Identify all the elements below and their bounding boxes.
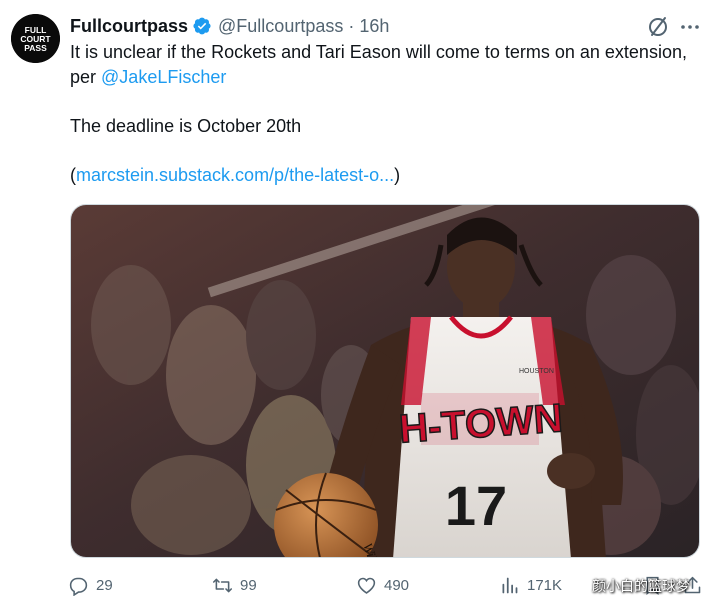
heart-icon: [356, 575, 377, 596]
mention-link[interactable]: @JakeLFischer: [101, 67, 226, 87]
like-count: 490: [384, 576, 410, 594]
views-button[interactable]: 171K: [499, 570, 562, 600]
grok-icon[interactable]: [644, 13, 672, 41]
tweet-media-image[interactable]: HOUSTON H-TOWN 17 Wilson: [70, 204, 700, 558]
display-name[interactable]: Fullcourtpass: [70, 16, 188, 37]
like-button[interactable]: 490: [356, 570, 409, 600]
views-count: 171K: [527, 576, 563, 594]
reply-icon: [68, 575, 89, 596]
timestamp[interactable]: 16h: [359, 16, 389, 37]
avatar-logo-line-3: PASS: [24, 43, 47, 53]
tweet-header: Fullcourtpass @Fullcourtpass · 16h: [70, 14, 389, 38]
paren-close: ): [394, 164, 401, 185]
watermark: 颜小白的篮球梦: [592, 579, 690, 595]
reply-button[interactable]: 29: [68, 570, 113, 600]
retweet-count: 99: [240, 576, 257, 594]
retweet-icon: [212, 575, 233, 596]
more-icon[interactable]: [676, 13, 704, 41]
separator-dot: ·: [348, 15, 355, 36]
verified-badge-icon: [192, 16, 212, 36]
jersey-tag: HOUSTON: [519, 368, 554, 375]
url-link[interactable]: marcstein.substack.com/p/the-latest-o...: [76, 165, 394, 185]
tweet-text: It is unclear if the Rockets and Tari Ea…: [70, 40, 690, 187]
retweet-button[interactable]: 99: [212, 570, 257, 600]
views-icon: [499, 575, 520, 596]
reply-count: 29: [96, 576, 113, 594]
avatar[interactable]: FULL COURT PASS: [11, 14, 60, 63]
jersey-number: 17: [445, 474, 507, 537]
tweet-text-deadline: The deadline is October 20th: [70, 115, 302, 136]
user-handle[interactable]: @Fullcourtpass: [218, 16, 343, 37]
